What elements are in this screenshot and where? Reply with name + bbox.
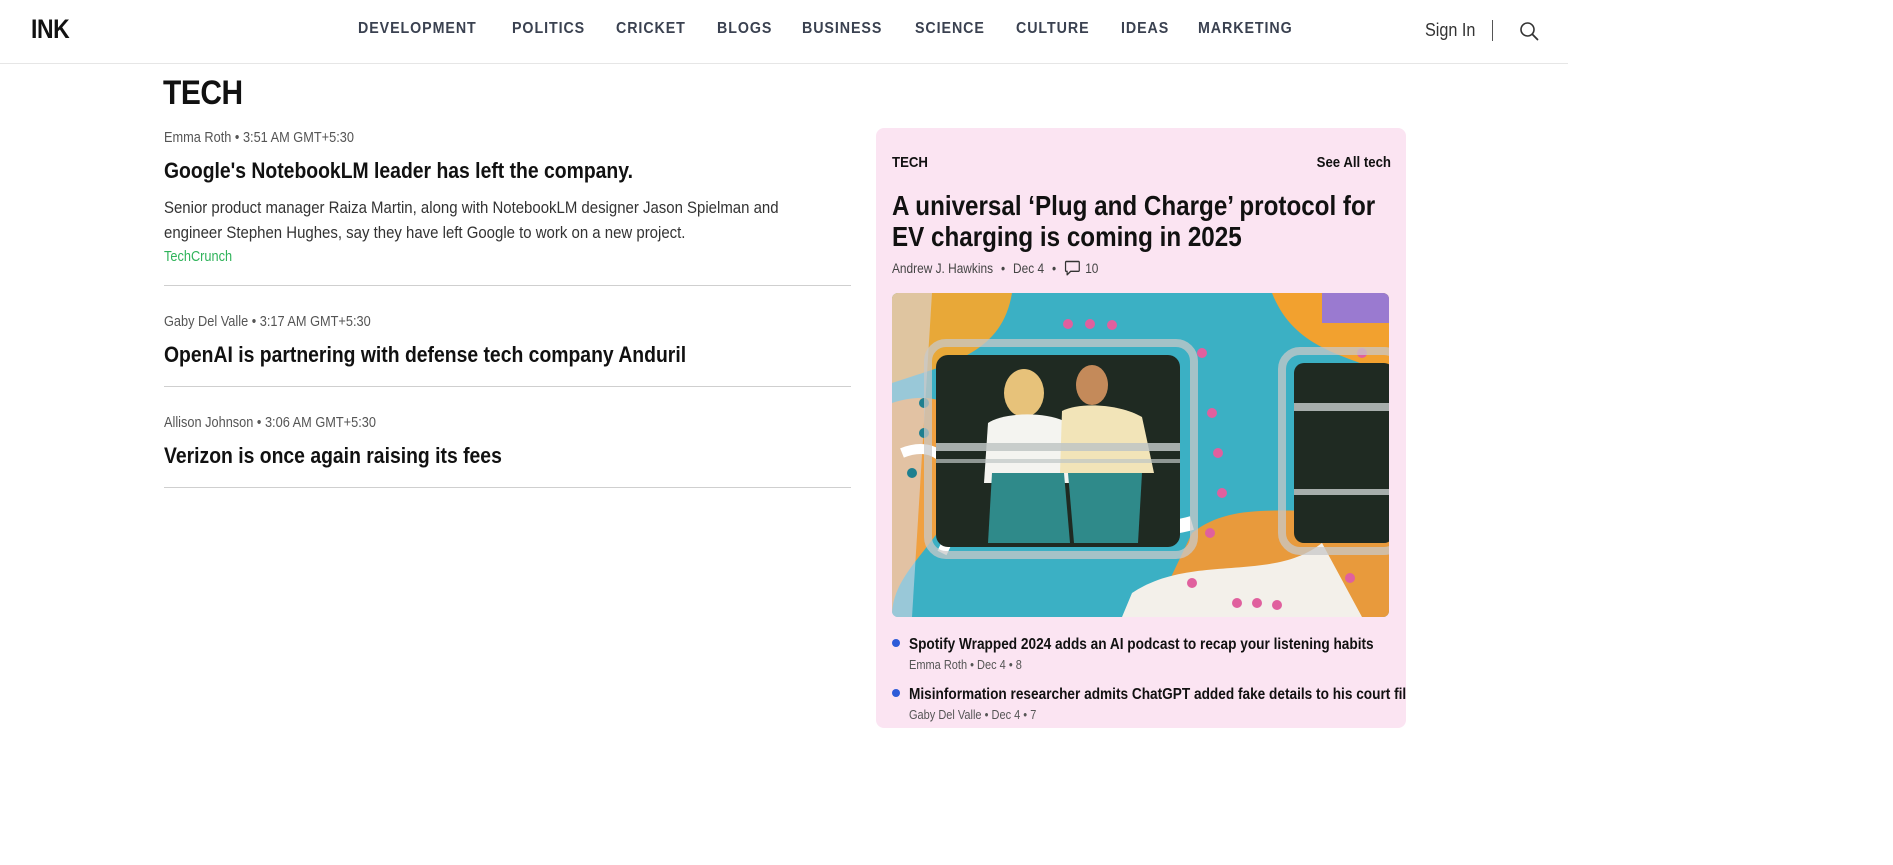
related-stories-list: Spotify Wrapped 2024 adds an AI podcast …: [892, 636, 1406, 728]
featured-image[interactable]: [892, 293, 1389, 617]
nav-item-cricket[interactable]: CRICKET: [616, 20, 686, 38]
nav-item-politics[interactable]: POLITICS: [512, 20, 585, 38]
meta-separator: •: [1051, 260, 1057, 276]
related-story-meta: Emma Roth • Dec 4 • 8: [909, 658, 1022, 672]
story-time: 3:51 AM GMT+5:30: [242, 130, 354, 146]
story-time: 3:06 AM GMT+5:30: [264, 415, 376, 431]
story-description: Senior product manager Raiza Martin, alo…: [164, 198, 779, 242]
featured-section-card: TECH See All tech A universal ‘Plug and …: [876, 128, 1406, 728]
story-item: Allison Johnson • 3:06 AM GMT+5:30 Veriz…: [164, 387, 851, 488]
meta-separator: •: [1000, 260, 1006, 276]
story-meta: Emma Roth • 3:51 AM GMT+5:30: [164, 130, 354, 146]
story-item: Emma Roth • 3:51 AM GMT+5:30 Google's No…: [164, 128, 851, 286]
bullet-dot-icon: [892, 689, 900, 697]
nav-item-blogs[interactable]: BLOGS: [717, 20, 772, 38]
page-title: TECH: [163, 74, 243, 112]
nav-item-business[interactable]: BUSINESS: [802, 20, 882, 38]
story-author[interactable]: Allison Johnson: [164, 415, 253, 431]
related-story-title[interactable]: Misinformation researcher admits ChatGPT…: [909, 686, 1406, 704]
nav-item-culture[interactable]: CULTURE: [1016, 20, 1090, 38]
see-all-link[interactable]: See All tech: [1277, 154, 1391, 171]
nav-item-science[interactable]: SCIENCE: [915, 20, 985, 38]
related-story-title[interactable]: Spotify Wrapped 2024 adds an AI podcast …: [909, 636, 1374, 654]
meta-separator: •: [251, 314, 260, 330]
comment-icon[interactable]: [1064, 260, 1080, 276]
nav-item-ideas[interactable]: IDEAS: [1121, 20, 1169, 38]
nav-item-marketing[interactable]: MARKETING: [1198, 20, 1293, 38]
main-nav: DEVELOPMENT POLITICS CRICKET BLOGS BUSIN…: [358, 20, 1326, 38]
story-headline[interactable]: Verizon is once again raising its fees: [164, 443, 502, 469]
story-item: Gaby Del Valle • 3:17 AM GMT+5:30 OpenAI…: [164, 286, 851, 387]
list-item: Spotify Wrapped 2024 adds an AI podcast …: [892, 636, 1392, 672]
comment-count[interactable]: 10: [1085, 261, 1098, 276]
nav-item-development[interactable]: DEVELOPMENT: [358, 20, 477, 38]
story-time: 3:17 AM GMT+5:30: [259, 314, 371, 330]
meta-separator: •: [256, 415, 265, 431]
story-headline[interactable]: OpenAI is partnering with defense tech c…: [164, 342, 686, 368]
featured-author[interactable]: Andrew J. Hawkins: [892, 261, 993, 276]
featured-headline[interactable]: A universal ‘Plug and Charge’ protocol f…: [892, 190, 1385, 252]
featured-meta: Andrew J. Hawkins • Dec 4 • 10: [892, 260, 1098, 276]
story-source-link[interactable]: TechCrunch: [164, 249, 232, 265]
list-item: Misinformation researcher admits ChatGPT…: [892, 686, 1406, 722]
search-icon[interactable]: [1519, 21, 1539, 41]
story-meta: Allison Johnson • 3:06 AM GMT+5:30: [164, 415, 376, 431]
featured-date: Dec 4: [1013, 260, 1045, 276]
story-author[interactable]: Gaby Del Valle: [164, 314, 248, 330]
section-tag: TECH: [892, 154, 928, 171]
story-headline[interactable]: Google's NotebookLM leader has left the …: [164, 158, 633, 184]
story-feed: Emma Roth • 3:51 AM GMT+5:30 Google's No…: [164, 128, 851, 488]
header-divider: [1492, 20, 1493, 41]
bullet-dot-icon: [892, 639, 900, 647]
top-navigation-bar: INK DEVELOPMENT POLITICS CRICKET BLOGS B…: [0, 0, 1568, 64]
related-story-meta: Gaby Del Valle • Dec 4 • 7: [909, 708, 1037, 722]
sign-in-link[interactable]: Sign In: [1425, 20, 1475, 41]
story-author[interactable]: Emma Roth: [164, 130, 231, 146]
meta-separator: •: [234, 130, 243, 146]
story-meta: Gaby Del Valle • 3:17 AM GMT+5:30: [164, 314, 371, 330]
site-logo[interactable]: INK: [31, 14, 70, 45]
